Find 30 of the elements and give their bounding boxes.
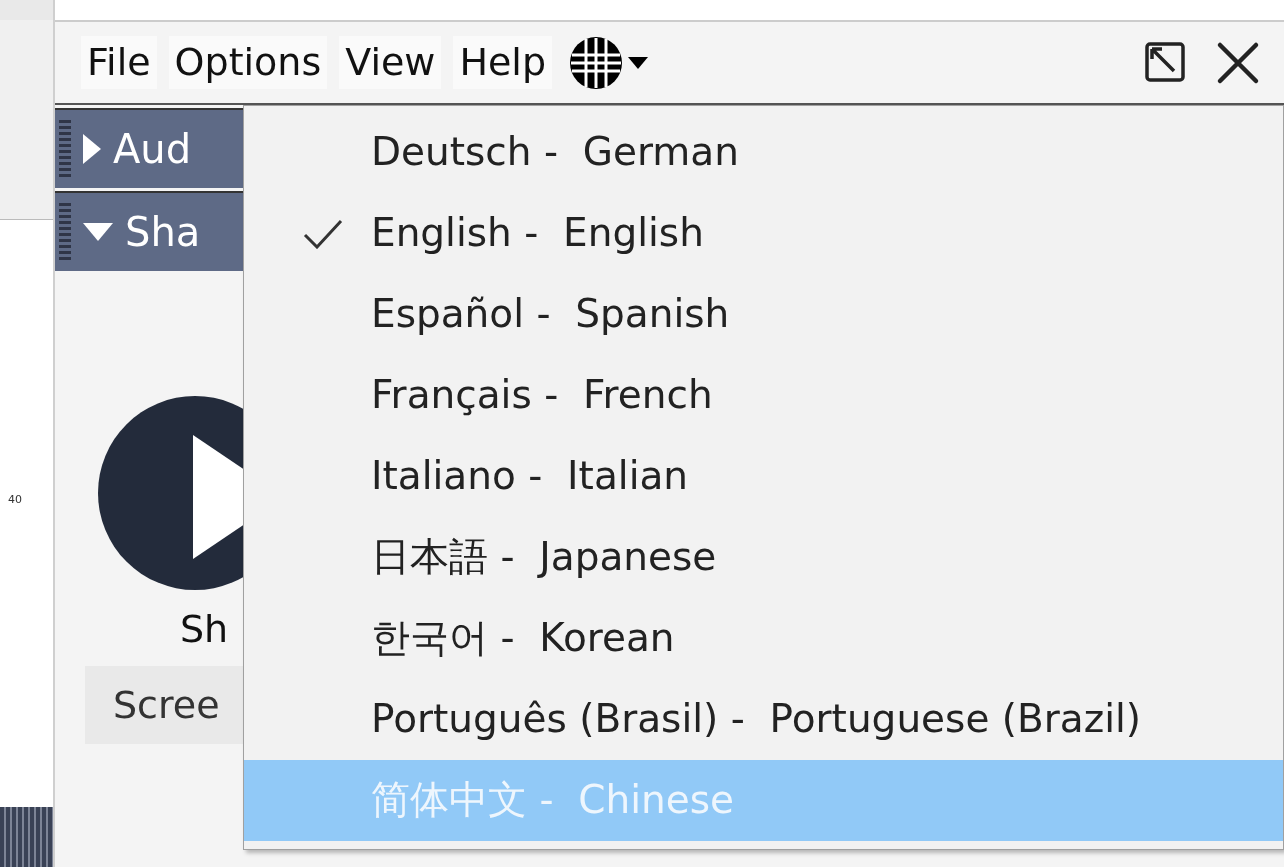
panel-header[interactable]: Aud bbox=[55, 108, 243, 188]
panel-title: Aud bbox=[113, 125, 192, 174]
collapse-arrow-icon bbox=[83, 223, 113, 241]
menu-item[interactable]: View bbox=[339, 35, 442, 90]
check-icon bbox=[302, 218, 343, 249]
tick-label: 40 bbox=[8, 492, 22, 506]
play-icon[interactable] bbox=[98, 396, 243, 590]
globe-icon bbox=[568, 34, 625, 91]
grip-icon bbox=[59, 120, 71, 178]
language-option[interactable]: English - English bbox=[244, 193, 1283, 274]
menu-item[interactable]: Help bbox=[453, 35, 553, 90]
language-option[interactable]: 한국어 - Korean bbox=[244, 598, 1283, 679]
language-option[interactable]: Português (Brasil) - Portuguese (Brazil) bbox=[244, 679, 1283, 760]
caret-icon bbox=[628, 56, 649, 69]
menu-item[interactable]: Options bbox=[168, 35, 328, 90]
restore-button[interactable] bbox=[1144, 40, 1186, 85]
language-option[interactable]: Italiano - Italian bbox=[244, 436, 1283, 517]
language-option[interactable]: 日本語 - Japanese bbox=[244, 517, 1283, 598]
screen-button[interactable]: Scree bbox=[85, 666, 243, 744]
language-option[interactable]: Deutsch - German bbox=[244, 112, 1283, 193]
ruler-drawing bbox=[0, 807, 53, 867]
panel-title: Sha bbox=[125, 208, 201, 257]
close-button[interactable] bbox=[1216, 40, 1260, 85]
expand-arrow-icon bbox=[83, 134, 101, 164]
menu-item[interactable]: File bbox=[81, 35, 157, 90]
language-option[interactable]: Español - Spanish bbox=[244, 274, 1283, 355]
language-option[interactable]: Français - French bbox=[244, 355, 1283, 436]
grip-icon bbox=[59, 203, 71, 261]
panel-header[interactable]: Sha bbox=[55, 191, 243, 271]
shared-label: Sh bbox=[178, 606, 230, 653]
